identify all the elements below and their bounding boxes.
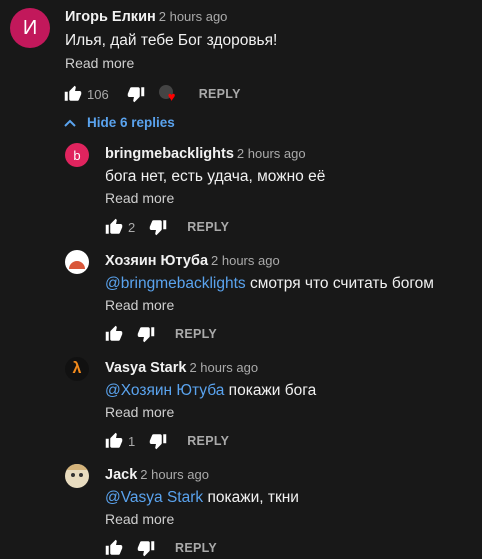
comment-text: Илья, дай тебе Бог здоровья!	[65, 32, 278, 49]
avatar-letter: И	[22, 16, 38, 39]
read-more-link[interactable]: Read more	[65, 55, 134, 71]
reply-text: @Vasya Stark покажи, ткни	[105, 489, 299, 507]
creator-heart-icon: ♥	[158, 85, 181, 103]
like-count: 106	[87, 86, 109, 102]
chevron-up-icon	[64, 119, 76, 127]
reply-time[interactable]: 2 hours ago	[189, 360, 258, 375]
reply-time[interactable]: 2 hours ago	[140, 467, 209, 482]
reply-time[interactable]: 2 hours ago	[237, 146, 306, 161]
thumbs-down-icon[interactable]	[137, 325, 155, 343]
mention-link[interactable]: @bringmebacklights	[105, 275, 246, 292]
hide-replies-label: Hide 6 replies	[87, 115, 175, 130]
comment-author[interactable]: Игорь Елкин	[65, 9, 156, 25]
like-count: 1	[128, 433, 136, 449]
thumbs-down-icon[interactable]	[149, 432, 167, 450]
thumbs-up-icon[interactable]	[105, 325, 123, 343]
reply-body: покажи, ткни	[203, 489, 299, 506]
avatar[interactable]: b	[65, 143, 89, 167]
reply-button[interactable]: REPLY	[175, 327, 217, 341]
avatar[interactable]: λ	[65, 357, 89, 381]
reply-body: бога нет, есть удача, можно её	[105, 168, 326, 185]
thumbs-up-icon[interactable]	[64, 85, 82, 103]
read-more-link[interactable]: Read more	[105, 404, 174, 420]
reply-author[interactable]: Vasya Stark	[105, 360, 186, 376]
thumbs-up-icon[interactable]	[105, 218, 123, 236]
thumbs-up-icon[interactable]	[105, 539, 123, 557]
thumbs-down-icon[interactable]	[137, 539, 155, 557]
avatar[interactable]: И	[10, 8, 50, 48]
hide-replies-button[interactable]: Hide 6 replies	[64, 115, 175, 130]
lambda-logo-icon: λ	[72, 360, 82, 377]
reply-author[interactable]: Хозяин Ютуба	[105, 253, 208, 269]
reply-button[interactable]: REPLY	[199, 87, 241, 101]
read-more-link[interactable]: Read more	[105, 511, 174, 527]
reply-button[interactable]: REPLY	[187, 220, 229, 234]
read-more-link[interactable]: Read more	[105, 190, 174, 206]
reply-time[interactable]: 2 hours ago	[211, 253, 280, 268]
thumbs-down-icon[interactable]	[149, 218, 167, 236]
reply-text: бога нет, есть удача, можно её	[105, 168, 325, 186]
avatar[interactable]	[65, 464, 89, 488]
mention-link[interactable]: @Хозяин Ютуба	[105, 382, 224, 399]
like-count: 2	[128, 219, 136, 235]
reply-text: @bringmebacklights смотря что считать бо…	[105, 275, 434, 293]
thumbs-up-icon[interactable]	[105, 432, 123, 450]
read-more-link[interactable]: Read more	[105, 297, 174, 313]
reply-body: смотря что считать богом	[245, 275, 434, 292]
reply-body: покажи бога	[224, 382, 317, 399]
reply-text: @Хозяин Ютуба покажи бога	[105, 382, 316, 400]
thumbs-down-icon[interactable]	[127, 85, 145, 103]
reply-author[interactable]: bringmebacklights	[105, 146, 234, 162]
comment-time[interactable]: 2 hours ago	[159, 9, 228, 24]
reply-button[interactable]: REPLY	[175, 541, 217, 555]
avatar-letter: b	[73, 147, 81, 163]
avatar[interactable]	[65, 250, 89, 274]
mention-link[interactable]: @Vasya Stark	[105, 489, 203, 506]
reply-author[interactable]: Jack	[105, 467, 137, 483]
reply-button[interactable]: REPLY	[187, 434, 229, 448]
